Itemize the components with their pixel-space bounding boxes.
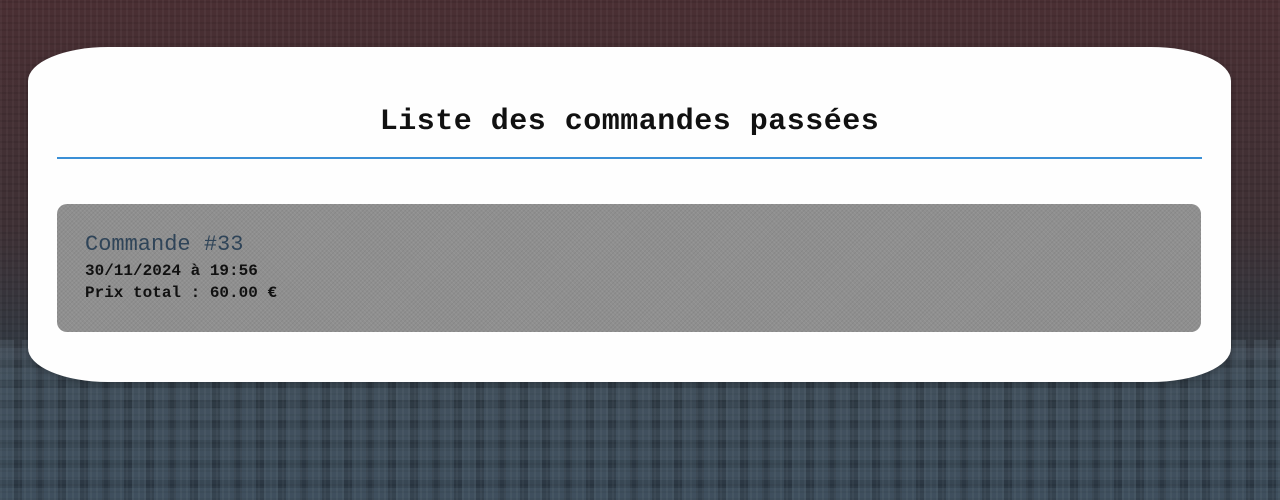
title-divider — [57, 157, 1202, 159]
order-card[interactable]: Commande #33 30/11/2024 à 19:56 Prix tot… — [57, 204, 1201, 332]
order-datetime: 30/11/2024 à 19:56 — [85, 262, 258, 280]
order-total-price: Prix total : 60.00 € — [85, 284, 278, 302]
page-title: Liste des commandes passées — [379, 105, 880, 139]
order-name: Commande #33 — [85, 232, 244, 257]
orders-panel: Liste des commandes passées Commande #33… — [28, 47, 1231, 382]
